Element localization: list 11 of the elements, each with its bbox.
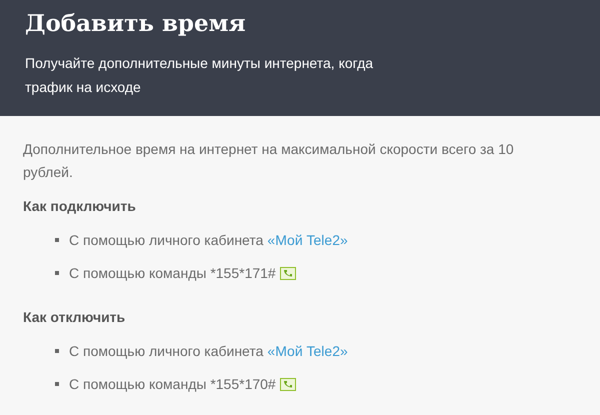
account-link[interactable]: «Мой Tele2»	[267, 232, 348, 248]
description-text: Дополнительное время на интернет на максимальной скорости всего за 10 рублей.	[23, 140, 515, 182]
page-subtitle: Получайте дополнительные минуты интернета, когда трафик на исходе	[25, 54, 374, 97]
page-title: Добавить время	[25, 9, 247, 39]
section-heading: Как отключить	[23, 308, 126, 327]
list-item-text: С помощью команды *155*170#	[69, 376, 276, 392]
list-item-text: С помощью личного кабинета	[69, 232, 264, 248]
section-heading: Как подключить	[23, 197, 137, 216]
list-item-text: С помощью команды *155*171#	[69, 265, 276, 281]
account-link[interactable]: «Мой Tele2»	[267, 343, 348, 359]
list-item-text: С помощью личного кабинета	[69, 343, 264, 359]
